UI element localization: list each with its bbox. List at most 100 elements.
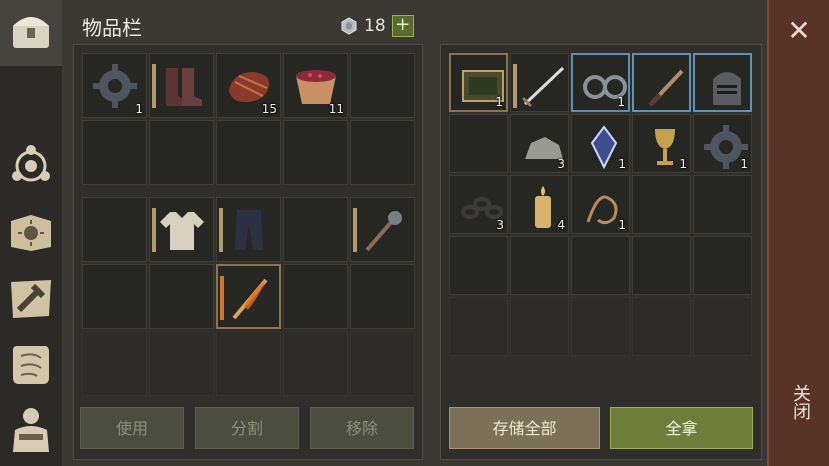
coin-count: 18: [364, 16, 386, 36]
gear-icon: [93, 64, 137, 108]
store-all-button[interactable]: 存储全部: [449, 407, 600, 449]
storage-slot[interactable]: [693, 175, 752, 234]
inventory-slot[interactable]: [82, 197, 147, 262]
inventory-slot[interactable]: [216, 264, 281, 329]
add-currency-button[interactable]: +: [391, 15, 414, 37]
boots-icon: [166, 68, 202, 106]
storage-slot[interactable]: [693, 53, 752, 112]
skills-tab[interactable]: [5, 140, 57, 192]
inventory-slot[interactable]: [82, 264, 147, 329]
chest-icon: [13, 17, 49, 48]
storage-slot[interactable]: [571, 236, 630, 295]
use-button[interactable]: 使用: [80, 407, 184, 449]
currency-display: 18 +: [340, 14, 414, 38]
sword-icon: [521, 66, 565, 108]
storage-slot[interactable]: [571, 297, 630, 356]
take-all-button[interactable]: 全拿: [610, 407, 753, 449]
storage-slot[interactable]: 4: [510, 175, 569, 234]
character-icon: [13, 408, 49, 452]
item-quantity: 1: [135, 102, 143, 116]
mace-icon: [365, 211, 402, 252]
storage-slot[interactable]: 3: [510, 114, 569, 173]
close-rail[interactable]: ✕ 关闭: [767, 0, 829, 466]
storage-slot[interactable]: 1: [693, 114, 752, 173]
storage-slot[interactable]: [449, 297, 508, 356]
storage-slot[interactable]: [449, 114, 508, 173]
silver-coin-icon: [341, 17, 357, 35]
item-quantity: 4: [557, 218, 565, 232]
inventory-slot[interactable]: [216, 197, 281, 262]
inventory-slot[interactable]: [350, 331, 415, 396]
flame-sword-icon: [232, 278, 268, 320]
left-rail: [0, 0, 62, 466]
storage-slot[interactable]: [510, 53, 569, 112]
inventory-slot[interactable]: [149, 120, 214, 185]
inventory-slot[interactable]: [149, 264, 214, 329]
storage-slot[interactable]: 1: [571, 114, 630, 173]
item-quantity: 3: [557, 157, 565, 171]
page-title: 物品栏: [82, 16, 142, 40]
storage-slot[interactable]: 3: [449, 175, 508, 234]
inventory-slot[interactable]: [216, 120, 281, 185]
inventory-slot[interactable]: [149, 197, 214, 262]
inventory-slot[interactable]: [82, 120, 147, 185]
storage-slot[interactable]: [510, 236, 569, 295]
item-quantity: 1: [617, 95, 625, 109]
atom-icon: [12, 145, 50, 182]
item-quantity: 15: [261, 102, 277, 116]
inventory-slot[interactable]: [350, 120, 415, 185]
storage-panel: 1 1 3 1 1 1 3 4 1: [440, 44, 762, 460]
inventory-slot[interactable]: [82, 331, 147, 396]
sun-book-tab[interactable]: [5, 205, 57, 257]
knife-icon: [648, 69, 684, 107]
storage-slot[interactable]: [449, 236, 508, 295]
item-quantity: 1: [679, 157, 687, 171]
inventory-bottom-grid: [82, 197, 415, 396]
inventory-slot[interactable]: 1: [82, 53, 147, 118]
storage-slot[interactable]: 1: [571, 175, 630, 234]
storage-slot[interactable]: [510, 297, 569, 356]
storage-grid: 1 1 3 1 1 1 3 4 1: [449, 53, 752, 356]
storage-slot[interactable]: [632, 53, 691, 112]
inventory-slot[interactable]: [149, 331, 214, 396]
item-quantity: 1: [618, 157, 626, 171]
storage-slot[interactable]: [693, 297, 752, 356]
item-quantity: 1: [495, 95, 503, 109]
storage-slot[interactable]: 1: [571, 53, 630, 112]
inventory-top-grid: 1 15 11: [82, 53, 415, 185]
item-quantity: 1: [618, 218, 626, 232]
inventory-slot[interactable]: [283, 197, 348, 262]
split-button[interactable]: 分割: [195, 407, 299, 449]
storage-slot[interactable]: 1: [449, 53, 508, 112]
knight-helmet-icon: [713, 72, 741, 105]
inventory-slot[interactable]: [283, 264, 348, 329]
character-tab[interactable]: [5, 404, 57, 456]
scroll-tab[interactable]: [5, 338, 57, 390]
close-label: 关闭: [790, 384, 811, 420]
item-quantity: 3: [496, 218, 504, 232]
scroll-icon: [13, 346, 49, 384]
inventory-slot[interactable]: [350, 197, 415, 262]
storage-slot[interactable]: [693, 236, 752, 295]
inventory-slot[interactable]: [350, 53, 415, 118]
shirt-icon: [160, 212, 204, 250]
inventory-slot[interactable]: [216, 331, 281, 396]
storage-slot[interactable]: 1: [632, 114, 691, 173]
inventory-slot[interactable]: 15: [216, 53, 281, 118]
inventory-slot[interactable]: [149, 53, 214, 118]
chest-tab[interactable]: [5, 6, 57, 58]
inventory-slot[interactable]: 11: [283, 53, 348, 118]
remove-button[interactable]: 移除: [310, 407, 414, 449]
inventory-slot[interactable]: [283, 331, 348, 396]
hammer-map-icon: [11, 280, 51, 318]
item-quantity: 1: [740, 157, 748, 171]
craft-tab[interactable]: [5, 272, 57, 324]
close-icon[interactable]: ✕: [786, 17, 812, 45]
inventory-panel: 1 15 11: [73, 44, 423, 460]
inventory-slot[interactable]: [350, 264, 415, 329]
storage-slot[interactable]: [632, 297, 691, 356]
inventory-slot[interactable]: [283, 120, 348, 185]
storage-slot[interactable]: [632, 175, 691, 234]
storage-slot[interactable]: [632, 236, 691, 295]
item-quantity: 11: [328, 102, 344, 116]
